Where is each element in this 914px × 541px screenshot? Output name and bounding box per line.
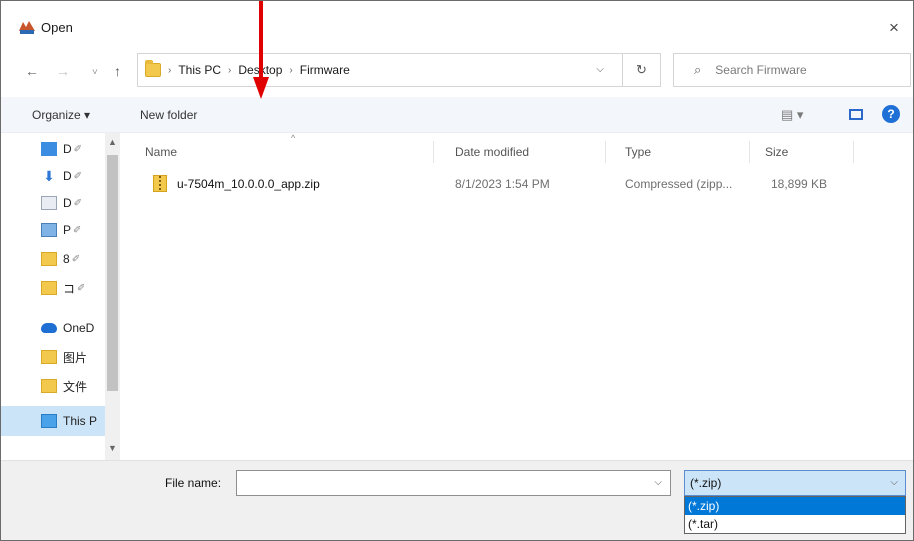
file-date: 8/1/2023 1:54 PM [455, 177, 550, 191]
nav-item-label: 文件 [63, 379, 88, 394]
nav-item-pictures[interactable]: P ✐ [41, 220, 81, 240]
title-bar: Open × [1, 1, 913, 41]
folder-icon [41, 350, 57, 364]
pin-icon: ✐ [71, 253, 81, 265]
back-button[interactable]: ← [25, 63, 39, 79]
search-placeholder: Search Firmware [715, 63, 807, 77]
nav-item-label: コ [63, 281, 76, 296]
folder-icon [41, 281, 57, 295]
search-icon: ⌕ [694, 62, 702, 77]
sort-indicator-icon: ^ [291, 133, 296, 143]
nav-item-folder-1[interactable]: 8 ✐ [41, 249, 80, 269]
file-list: ^ Name Date modified Type Size u-7504m_1… [121, 133, 913, 460]
organize-button[interactable]: Organize ▾ [32, 108, 90, 122]
nav-item-pictures-cn[interactable]: 图片 [41, 347, 87, 367]
app-icon [19, 21, 35, 34]
folder-icon [145, 60, 161, 77]
pin-icon: ✐ [73, 143, 83, 155]
nav-item-downloads[interactable]: ⬇ D ✐ [41, 166, 82, 186]
downloads-icon: ⬇ [43, 168, 55, 184]
scrollbar-thumb[interactable] [107, 155, 118, 391]
nav-item-label: 图片 [63, 350, 88, 365]
pin-icon: ✐ [73, 197, 83, 209]
column-divider[interactable] [433, 141, 434, 163]
column-header-size[interactable]: Size [765, 145, 788, 159]
open-dialog: Open × ← → ˅ ↑ › This PC › Desktop › Fir… [0, 0, 914, 541]
pin-icon: ✐ [73, 170, 83, 182]
nav-item-label: OneD [63, 321, 95, 335]
forward-button[interactable]: → [56, 63, 70, 79]
up-button[interactable]: ↑ [114, 63, 121, 79]
file-name: u-7504m_10.0.0.0_app.zip [177, 177, 320, 191]
chevron-down-icon[interactable]: ⌵ [596, 64, 604, 75]
file-name-input[interactable]: ⌵ [236, 470, 671, 496]
file-type: Compressed (zipp... [625, 177, 733, 191]
file-type-option-tar[interactable]: (*.tar) [685, 515, 905, 533]
nav-item-files-cn[interactable]: 文件 [41, 376, 87, 396]
navigation-pane: D ✐ ⬇ D ✐ D ✐ P ✐ 8 ✐ コ ✐ OneD 图片 文件 Thi… [1, 133, 121, 460]
bottom-bar: File name: ⌵ (*.zip) ⌵ (*.zip) (*.tar) [1, 460, 913, 540]
column-divider[interactable] [749, 141, 750, 163]
chevron-down-icon[interactable]: ⌵ [890, 477, 898, 488]
breadcrumb-separator: › [228, 64, 232, 76]
pin-icon: ✐ [77, 282, 86, 294]
nav-scrollbar[interactable]: ▲ ▼ [105, 133, 120, 460]
file-name-label: File name: [165, 476, 222, 490]
this-pc-icon [41, 414, 57, 428]
refresh-button[interactable]: ↻ [623, 53, 661, 87]
search-box[interactable]: ⌕ Search Firmware [673, 53, 911, 87]
column-header-type[interactable]: Type [625, 145, 651, 159]
nav-item-label: 8 [63, 252, 70, 266]
command-bar: Organize ▾ New folder ▤ ▾ ? [1, 97, 913, 133]
refresh-icon: ↻ [636, 62, 647, 77]
chevron-down-icon[interactable]: ⌵ [654, 477, 662, 488]
file-type-dropdown-list: (*.zip) (*.tar) [684, 496, 906, 534]
nav-item-desktop[interactable]: D ✐ [41, 139, 82, 159]
folder-icon [41, 379, 57, 393]
nav-item-label: D [63, 169, 72, 183]
file-type-selected: (*.zip) [690, 476, 722, 490]
window-title: Open [41, 20, 73, 35]
column-header-date[interactable]: Date modified [455, 145, 529, 159]
nav-item-folder-2[interactable]: コ ✐ [41, 278, 85, 298]
pin-icon: ✐ [73, 224, 82, 236]
nav-item-onedrive[interactable]: OneD [41, 318, 94, 338]
scroll-down-icon[interactable]: ▼ [108, 443, 117, 453]
annotation-arrow [253, 1, 269, 99]
nav-item-label: P [63, 223, 72, 237]
nav-item-label: This P [63, 414, 98, 428]
zip-file-icon [153, 175, 167, 192]
new-folder-button[interactable]: New folder [140, 108, 197, 122]
file-size: 18,899 KB [771, 177, 828, 191]
column-header-name[interactable]: Name [145, 145, 177, 159]
breadcrumb-firmware[interactable]: Firmware [300, 63, 350, 77]
breadcrumb-separator: › [168, 64, 172, 76]
close-button[interactable]: × [881, 17, 907, 39]
breadcrumb-this-pc[interactable]: This PC [178, 63, 221, 77]
file-type-option-zip[interactable]: (*.zip) [685, 497, 905, 515]
view-options-button[interactable]: ▤ ▾ [781, 107, 803, 123]
help-icon[interactable]: ? [882, 105, 900, 123]
documents-icon [41, 196, 57, 210]
column-divider[interactable] [605, 141, 606, 163]
address-bar[interactable]: › This PC › Desktop › Firmware ⌵ [137, 53, 623, 87]
preview-pane-icon[interactable] [849, 109, 863, 120]
recent-locations-button[interactable]: ˅ [92, 67, 98, 78]
nav-item-label: D [63, 142, 72, 156]
file-type-select[interactable]: (*.zip) ⌵ [684, 470, 906, 496]
pictures-icon [41, 223, 57, 237]
file-row[interactable]: u-7504m_10.0.0.0_app.zip 8/1/2023 1:54 P… [143, 173, 853, 195]
onedrive-icon [41, 323, 57, 333]
nav-item-this-pc[interactable]: This P [41, 411, 97, 431]
folder-icon [41, 252, 57, 266]
desktop-icon [41, 142, 57, 156]
nav-item-label: D [63, 196, 72, 210]
nav-item-documents[interactable]: D ✐ [41, 193, 82, 213]
scroll-up-icon[interactable]: ▲ [108, 137, 117, 147]
column-divider[interactable] [853, 141, 854, 163]
breadcrumb-separator: › [289, 64, 293, 76]
